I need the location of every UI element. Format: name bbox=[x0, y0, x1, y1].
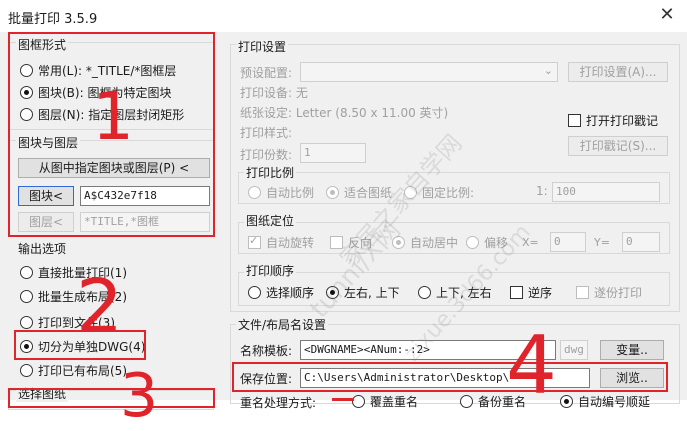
print-settings-button[interactable]: 打印设置(A)... bbox=[568, 62, 668, 82]
naming-label: 文件/布局名设置 bbox=[236, 316, 329, 333]
scale-ratio-prefix: 1: bbox=[536, 184, 548, 198]
variables-button[interactable]: 变量.. bbox=[600, 340, 664, 360]
order-radio-tb-lr[interactable] bbox=[418, 286, 431, 299]
output-radio-print-to-file[interactable] bbox=[20, 316, 33, 329]
preset-combo[interactable]: ⌄ bbox=[300, 62, 558, 82]
print-settings-label: 打印设置 bbox=[236, 38, 289, 55]
y-offset-field[interactable]: 0 bbox=[622, 232, 660, 252]
preset-label: 预设配置: bbox=[240, 66, 293, 80]
position-label: 图纸定位 bbox=[244, 212, 297, 229]
output-options-label: 输出选项 bbox=[16, 240, 69, 257]
open-stamp-label[interactable]: 打开打印戳记 bbox=[586, 112, 658, 129]
order-radio-selection[interactable] bbox=[248, 286, 261, 299]
annotation-number-2: 2 bbox=[76, 264, 124, 350]
x-offset-field[interactable]: 0 bbox=[550, 232, 586, 252]
annotation-number-1: 1 bbox=[92, 78, 134, 155]
dup-option-overwrite[interactable]: 覆盖重名 bbox=[370, 393, 418, 410]
device-label: 打印设备: 无 bbox=[240, 86, 308, 100]
annotation-box-4 bbox=[232, 362, 668, 392]
annotation-box-3 bbox=[8, 388, 215, 408]
checkmark-icon: ✓ bbox=[249, 234, 259, 247]
window-title: 批量打印 3.5.9 bbox=[8, 12, 98, 27]
scale-radio-auto[interactable] bbox=[248, 186, 261, 199]
output-radio-print-layouts[interactable] bbox=[20, 364, 33, 377]
chevron-down-icon: ⌄ bbox=[543, 64, 553, 77]
print-stamp-button[interactable]: 打印戳记(S)... bbox=[568, 136, 668, 156]
dup-radio-auto-number[interactable] bbox=[560, 395, 573, 408]
name-template-label: 名称模板: bbox=[240, 344, 293, 358]
auto-center-label[interactable]: 自动居中 bbox=[410, 234, 458, 251]
reverse-order-label[interactable]: 逆序 bbox=[528, 284, 552, 301]
annotation-number-3: 3 bbox=[120, 361, 159, 431]
open-stamp-checkbox[interactable] bbox=[568, 114, 581, 127]
style-label: 打印样式: bbox=[240, 126, 293, 140]
annotation-number-4: 4 bbox=[506, 319, 557, 412]
reverse-order-checkbox[interactable] bbox=[510, 286, 523, 299]
copies-label: 打印份数: bbox=[240, 148, 293, 162]
paper-label: 纸张设定: Letter (8.50 x 11.00 英寸) bbox=[240, 106, 449, 120]
order-label: 打印顺序 bbox=[244, 262, 297, 279]
output-radio-direct-print[interactable] bbox=[20, 266, 33, 279]
auto-rotate-label[interactable]: 自动旋转 bbox=[266, 234, 314, 251]
recursive-print-checkbox[interactable] bbox=[576, 286, 589, 299]
extension-field[interactable]: dwg bbox=[560, 340, 588, 360]
scale-radio-fit[interactable] bbox=[326, 186, 339, 199]
dup-radio-overwrite[interactable] bbox=[352, 395, 365, 408]
recursive-print-label[interactable]: 遂份打印 bbox=[594, 284, 642, 301]
close-icon[interactable]: ✕ bbox=[656, 4, 678, 26]
scale-label: 打印比例 bbox=[244, 164, 297, 181]
dup-radio-backup[interactable] bbox=[460, 395, 473, 408]
auto-rotate-checkbox[interactable]: ✓ bbox=[248, 234, 261, 249]
copies-field[interactable]: 1 bbox=[300, 143, 366, 163]
scale-ratio-field[interactable]: 100 bbox=[552, 182, 660, 202]
duplicate-handling-label: 重名处理方式: bbox=[240, 396, 317, 410]
output-option-print-layouts[interactable]: 打印已有布局(5) bbox=[38, 362, 127, 379]
output-radio-gen-layout[interactable] bbox=[20, 290, 33, 303]
title-bar: 批量打印 3.5.9 ✕ bbox=[0, 0, 687, 32]
scale-option-auto[interactable]: 自动比例 bbox=[266, 184, 314, 201]
offset-radio[interactable] bbox=[466, 236, 479, 249]
dup-option-auto-number[interactable]: 自动编号顺延 bbox=[578, 393, 650, 410]
y-label: Y= bbox=[594, 236, 610, 249]
